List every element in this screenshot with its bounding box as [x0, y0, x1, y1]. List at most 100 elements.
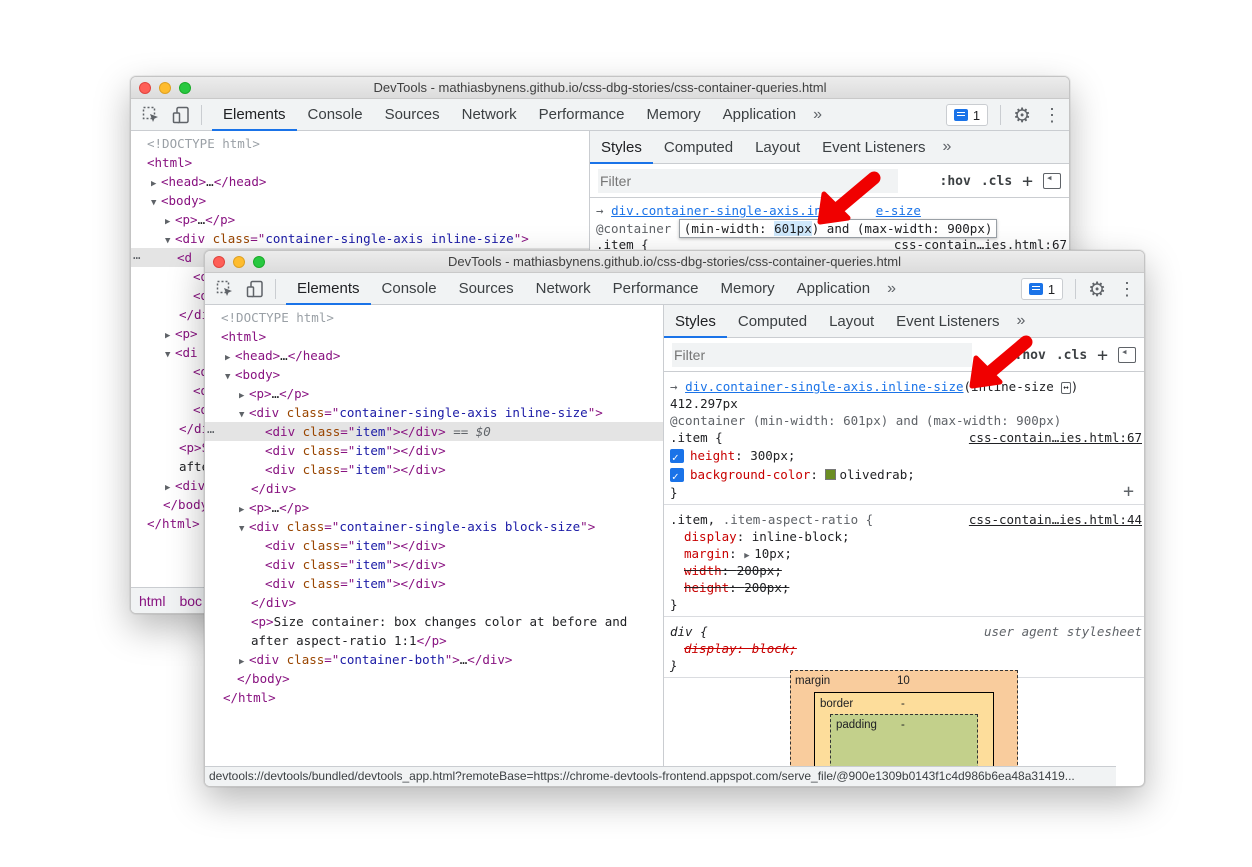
minimize-window-button[interactable] — [159, 82, 171, 94]
styles-filter-input[interactable] — [672, 342, 972, 367]
dom-line[interactable]: </body> — [221, 669, 663, 688]
dom-line[interactable]: ▼ <body> — [221, 365, 663, 384]
color-swatch[interactable] — [825, 469, 837, 480]
dom-line[interactable]: <div class="item"></div> — [221, 574, 663, 593]
dom-line[interactable]: <div class="item"></div> — [221, 555, 663, 574]
prop-value[interactable]: olivedrab; — [839, 467, 914, 482]
add-declaration-plus-icon[interactable]: + — [1123, 481, 1134, 502]
tab-computed[interactable]: Computed — [653, 131, 744, 164]
cls-toggle[interactable]: .cls — [1056, 348, 1087, 363]
zoom-window-button[interactable] — [179, 82, 191, 94]
prop-name[interactable]: display — [684, 529, 737, 544]
dom-line[interactable]: ▶ <div class="container-both">…</div> — [221, 650, 663, 669]
tab-layout[interactable]: Layout — [818, 305, 885, 338]
tab-elements[interactable]: Elements — [212, 99, 297, 131]
tab-styles[interactable]: Styles — [664, 305, 727, 338]
tab-computed[interactable]: Computed — [727, 305, 818, 338]
tab-console[interactable]: Console — [297, 99, 374, 131]
hov-toggle[interactable]: :hov — [940, 174, 971, 189]
tab-sources[interactable]: Sources — [448, 273, 525, 305]
issues-badge[interactable]: 1 — [1020, 278, 1064, 300]
tab-layout[interactable]: Layout — [744, 131, 811, 164]
tab-memory[interactable]: Memory — [636, 99, 712, 131]
tab-elements[interactable]: Elements — [286, 273, 371, 305]
toggle-sidebar-icon[interactable] — [1043, 171, 1061, 189]
tab-console[interactable]: Console — [371, 273, 448, 305]
dom-line[interactable]: ▶ <p>…</p> — [147, 210, 589, 229]
more-subtabs-button[interactable]: » — [937, 138, 958, 156]
tab-application[interactable]: Application — [712, 99, 807, 131]
settings-gear-icon[interactable]: ⚙ — [1013, 103, 1031, 128]
dom-line[interactable]: </div> — [221, 479, 663, 498]
tab-application[interactable]: Application — [786, 273, 881, 305]
device-toolbar-icon[interactable] — [171, 105, 191, 125]
more-options-icon[interactable]: ⋮ — [1043, 105, 1061, 126]
dom-line[interactable]: <div class="item"></div> — [221, 460, 663, 479]
prop-name[interactable]: background-color — [690, 467, 810, 482]
prop-name[interactable]: height — [684, 580, 729, 595]
dom-line[interactable]: <html> — [147, 153, 589, 172]
inspect-element-icon[interactable] — [215, 279, 235, 299]
dom-line[interactable]: ▶ <p>…</p> — [221, 384, 663, 403]
prop-name[interactable]: height — [690, 448, 735, 463]
dom-line[interactable]: <div class="item"></div> — [221, 536, 663, 555]
tab-styles[interactable]: Styles — [590, 131, 653, 164]
settings-gear-icon[interactable]: ⚙ — [1088, 277, 1106, 302]
dots-icon[interactable]: ⋯ — [133, 248, 141, 267]
tab-event-listeners[interactable]: Event Listeners — [811, 131, 936, 164]
prop-name[interactable]: margin — [684, 546, 729, 561]
dom-line[interactable]: <p>Size container: box changes color at … — [221, 612, 663, 631]
more-tabs-button[interactable]: » — [807, 106, 828, 124]
dom-line-selected[interactable]: ⋯ <div class="item"></div> == $0 — [205, 422, 663, 441]
more-tabs-button[interactable]: » — [881, 280, 902, 298]
prop-value[interactable]: inline-block; — [752, 529, 850, 544]
breadcrumb-html[interactable]: html — [139, 593, 165, 609]
tab-network[interactable]: Network — [525, 273, 602, 305]
tab-sources[interactable]: Sources — [374, 99, 451, 131]
source-link[interactable]: css-contain…ies.html:44 — [969, 511, 1142, 528]
dom-line[interactable]: ▼ <div class="container-single-axis inlin… — [221, 403, 663, 422]
dom-line[interactable]: ▼ <div class="container-single-axis inlin… — [147, 229, 589, 248]
inspect-element-icon[interactable] — [141, 105, 161, 125]
dom-line[interactable]: ▶ <head>…</head> — [221, 346, 663, 365]
device-toolbar-icon[interactable] — [245, 279, 265, 299]
prop-name[interactable]: width — [684, 563, 722, 578]
dom-line[interactable]: ▼ <body> — [147, 191, 589, 210]
dom-line[interactable]: </html> — [221, 688, 663, 707]
dom-line[interactable]: <html> — [221, 327, 663, 346]
prop-value[interactable]: 10px; — [754, 546, 792, 561]
margin-value[interactable]: 10 — [897, 675, 910, 687]
padding-value[interactable]: - — [901, 719, 905, 731]
dom-line[interactable]: <!DOCTYPE html> — [147, 134, 589, 153]
prop-value[interactable]: 300px; — [750, 448, 795, 463]
source-link[interactable]: css-contain…ies.html:67 — [969, 429, 1142, 446]
close-window-button[interactable] — [213, 256, 225, 268]
zoom-window-button[interactable] — [253, 256, 265, 268]
toggle-sidebar-icon[interactable] — [1118, 345, 1136, 363]
new-rule-plus-icon[interactable]: + — [1097, 345, 1108, 366]
breadcrumb-body[interactable]: boc — [179, 593, 202, 609]
prop-value[interactable]: 200px; — [744, 580, 789, 595]
tab-performance[interactable]: Performance — [528, 99, 636, 131]
dom-line[interactable]: after aspect-ratio 1:1</p> — [221, 631, 663, 650]
background-checkbox[interactable] — [670, 467, 684, 486]
dom-line[interactable]: <div class="item"></div> — [221, 441, 663, 460]
more-options-icon[interactable]: ⋮ — [1118, 279, 1136, 300]
border-value[interactable]: - — [901, 698, 905, 710]
tab-performance[interactable]: Performance — [602, 273, 710, 305]
issues-badge[interactable]: 1 — [945, 104, 989, 126]
dom-line[interactable]: ▶ <head>…</head> — [147, 172, 589, 191]
close-window-button[interactable] — [139, 82, 151, 94]
dots-icon[interactable]: ⋯ — [207, 422, 215, 441]
tab-network[interactable]: Network — [451, 99, 528, 131]
dom-line[interactable]: <!DOCTYPE html> — [221, 308, 663, 327]
height-checkbox[interactable] — [670, 448, 684, 467]
dom-line[interactable]: ▶ <p>…</p> — [221, 498, 663, 517]
prop-value[interactable]: 200px; — [737, 563, 782, 578]
new-rule-plus-icon[interactable]: + — [1022, 171, 1033, 192]
container-link[interactable]: div.container-single-axis.inline-size — [685, 379, 963, 394]
more-subtabs-button[interactable]: » — [1011, 312, 1032, 330]
container-link[interactable]: div.container-single-axis.in — [611, 203, 822, 218]
tab-memory[interactable]: Memory — [710, 273, 786, 305]
dom-line[interactable]: ▼ <div class="container-single-axis block… — [221, 517, 663, 536]
